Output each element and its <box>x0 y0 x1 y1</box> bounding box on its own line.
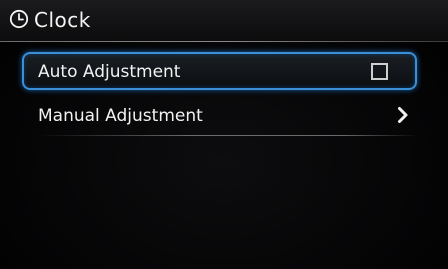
menu-item-label: Manual Adjustment <box>38 106 203 126</box>
chevron-right-icon <box>397 106 409 124</box>
menu-divider <box>38 135 418 136</box>
clock-icon <box>9 9 29 29</box>
auto-adjustment-checkbox[interactable] <box>371 63 388 80</box>
menu-item-auto-adjustment[interactable]: Auto Adjustment <box>22 52 417 90</box>
header-divider <box>0 41 448 42</box>
page-title: Clock <box>34 8 91 32</box>
clock-settings-screen: Clock Auto Adjustment Manual Adjustment <box>0 0 448 269</box>
menu-item-manual-adjustment[interactable]: Manual Adjustment <box>22 96 417 134</box>
menu-item-label: Auto Adjustment <box>38 62 181 82</box>
header-bar: Clock <box>0 0 448 42</box>
